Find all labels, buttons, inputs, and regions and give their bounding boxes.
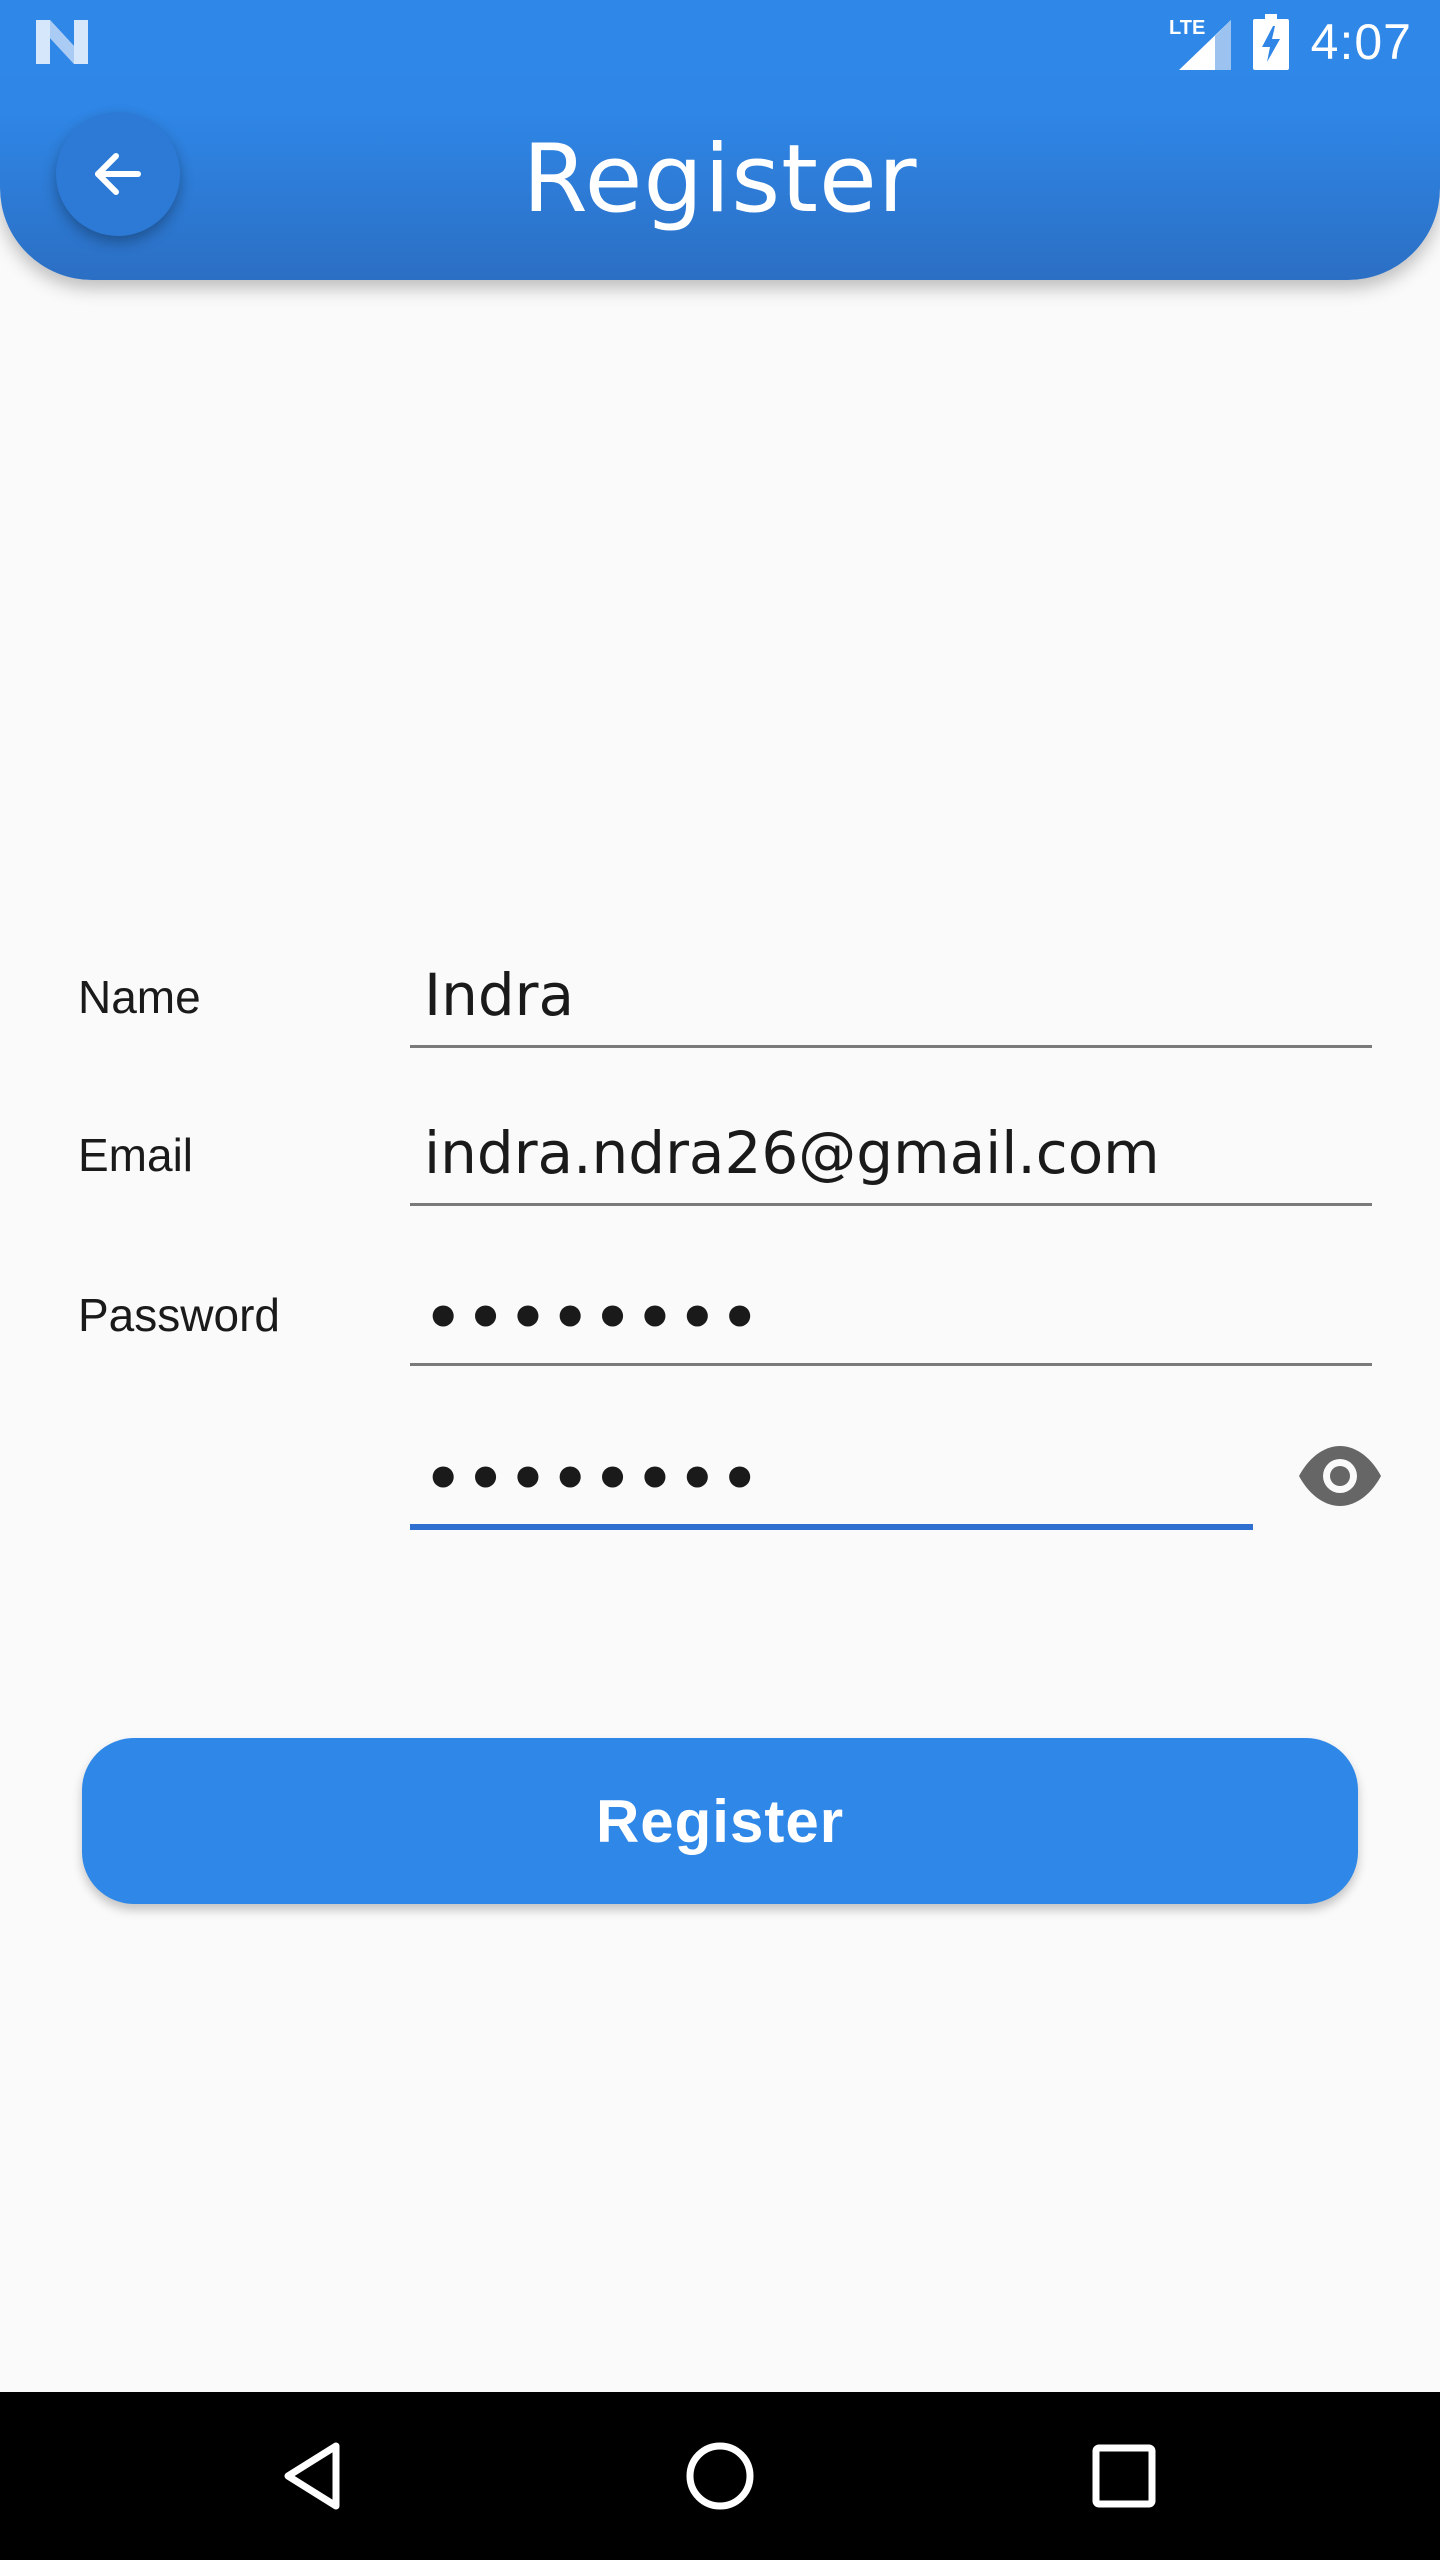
password-label: Password — [78, 1289, 280, 1341]
nav-recents-button[interactable] — [1074, 2426, 1174, 2526]
status-bar: LTE 4:07 — [0, 0, 1440, 84]
email-value: indra.ndra26@gmail.com — [424, 1119, 1160, 1187]
confirm-password-field[interactable]: •••••••• — [410, 1430, 1253, 1530]
home-circle-icon — [686, 2442, 754, 2510]
app-header: LTE 4:07 Register — [0, 0, 1440, 280]
signal-icon: LTE — [1169, 17, 1231, 70]
name-label: Name — [78, 971, 201, 1023]
navigation-bar — [0, 2392, 1440, 2560]
email-field[interactable]: indra.ndra26@gmail.com — [410, 1106, 1372, 1206]
recents-square-icon — [1092, 2444, 1156, 2508]
back-triangle-icon — [284, 2442, 340, 2510]
status-icons: LTE 4:07 — [1169, 10, 1412, 74]
confirm-password-value: •••••••• — [424, 1444, 763, 1514]
battery-charging-icon — [1252, 14, 1289, 70]
nav-home-button[interactable] — [670, 2426, 770, 2526]
password-value: •••••••• — [424, 1283, 763, 1353]
page-title: Register — [522, 125, 918, 234]
lte-label: LTE — [1169, 17, 1205, 39]
register-button[interactable]: Register — [82, 1738, 1358, 1904]
n-logo-icon — [36, 20, 88, 64]
password-field[interactable]: •••••••• — [410, 1266, 1372, 1366]
toggle-visibility-button[interactable] — [1290, 1436, 1390, 1516]
email-label: Email — [78, 1129, 194, 1181]
eye-icon — [1299, 1446, 1381, 1506]
name-value: Indra — [424, 961, 575, 1029]
clock: 4:07 — [1310, 14, 1412, 70]
nav-back-button[interactable] — [266, 2426, 366, 2526]
name-field[interactable]: Indra — [410, 948, 1372, 1048]
register-screen: LTE 4:07 Register Name Indra Email indra… — [0, 0, 1440, 2560]
